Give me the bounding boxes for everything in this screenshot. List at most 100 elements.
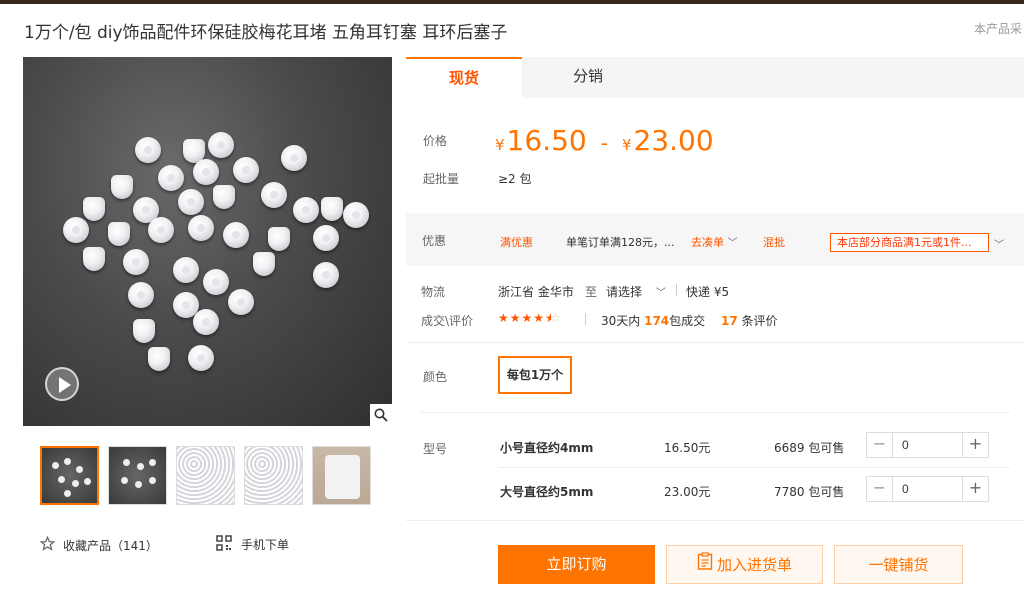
bead [233,157,259,183]
add-items-link[interactable]: 去凑单 ﹀ [691,234,738,250]
quantity-input[interactable] [894,477,962,501]
bead [188,215,214,241]
model-label: 型号 [423,442,448,456]
quantity-input[interactable] [894,433,962,457]
sku-name: 大号直径约5mm [500,485,594,499]
bead [193,159,219,185]
bead [148,217,174,243]
bead [133,319,155,343]
origin-location: 浙江省 金华市 [498,285,574,299]
price-low: 16.50 [506,124,587,157]
mix-batch-tag[interactable]: 混批 [763,234,785,250]
decrement-button[interactable]: − [867,433,893,457]
bead [293,197,319,223]
thumbnail-1[interactable] [40,446,99,505]
store-promo-notice[interactable]: 本店部分商品满1元或1件... [830,233,989,252]
sku-stock: 7780 包可售 [774,485,845,499]
decrement-button[interactable]: − [867,477,893,501]
add-to-cart-button[interactable]: 加入进货单 [666,545,823,584]
clipboard-icon [697,546,713,585]
color-option-selected[interactable]: 每包1万个 [498,356,572,394]
bead [173,257,199,283]
logistics-label: 物流 [421,285,446,299]
bead [321,197,343,221]
bead [158,165,184,191]
bead [193,309,219,335]
min-order-label: 起批量 [423,172,460,186]
promotion-text: 单笔订单满128元，... [566,236,675,249]
bead [188,345,214,371]
price-high: 23.00 [633,124,714,157]
one-click-distribute-button[interactable]: 一键铺货 [834,545,963,584]
rating-stars: ★★★★★☆ [498,311,562,325]
thumbnail-strip [40,446,371,505]
promo-expand-chevron-icon[interactable]: ﹀ [994,236,1004,251]
star-outline-icon [39,535,56,554]
shipping-fee: 快递 ¥5 [686,285,730,299]
bead [111,175,133,199]
divider [498,467,1010,468]
divider [406,520,1024,521]
top-strip [0,0,1024,4]
tab-distribution[interactable]: 分销 [524,57,652,98]
currency-symbol: ¥ [495,136,505,154]
full-discount-tag: 满优惠 [500,236,533,249]
bead [203,269,229,295]
thumbnail-4[interactable] [244,446,303,505]
quantity-stepper: − + [866,476,989,502]
play-video-button[interactable] [45,367,79,401]
sku-price: 16.50元 [664,441,711,455]
sold-prefix: 30天内 [601,314,641,328]
top-right-note[interactable]: 本产品采 [974,20,1022,37]
bead [83,247,105,271]
favorite-label: 收藏产品（141） [63,538,158,553]
quantity-stepper: − + [866,432,989,458]
price-separator: - [600,131,608,155]
bead [135,137,161,163]
bead [178,189,204,215]
bead [223,222,249,248]
color-label: 颜色 [423,370,448,384]
divider [676,284,677,296]
favorite-button[interactable]: 收藏产品（141） [39,535,158,554]
bead [313,262,339,288]
bead [208,132,234,158]
price-label: 价格 [423,134,448,148]
mobile-order-button[interactable]: 手机下单 [216,535,289,554]
bead [213,185,235,209]
divider [406,342,1024,343]
price-range: ¥ 16.50 - ¥ 23.00 [495,124,714,157]
increment-button[interactable]: + [962,477,988,501]
store-promo-text: 本店部分商品满1元或1件... [837,236,972,249]
bead [281,145,307,171]
zoom-icon[interactable] [370,404,392,426]
bead [261,182,287,208]
qr-code-icon [216,535,232,554]
thumbnail-2[interactable] [108,446,167,505]
thumbnail-3[interactable] [176,446,235,505]
divider [420,412,1010,413]
tab-spot[interactable]: 现货 [406,57,522,98]
bead [123,249,149,275]
sold-count: 174 [644,314,670,328]
purchase-tabs: 现货 分销 [406,57,1024,98]
review-link[interactable]: 17 条评价 [721,312,778,329]
main-product-image[interactable] [23,57,392,426]
buy-now-button[interactable]: 立即订购 [498,545,655,584]
sku-name: 小号直径约4mm [500,441,594,455]
sku-price: 23.00元 [664,485,711,499]
chevron-down-icon: ﹀ [727,238,738,249]
mobile-order-label: 手机下单 [241,538,290,552]
destination-select[interactable]: 请选择 ﹀ [606,283,666,300]
sold-summary: 30天内 174包成交 [601,312,705,329]
bead [83,197,105,221]
chevron-down-icon: ﹀ [655,288,666,299]
bead [253,252,275,276]
thumbnail-5[interactable] [312,446,371,505]
currency-symbol: ¥ [621,136,632,154]
add-to-cart-label: 加入进货单 [716,556,792,574]
min-order-value: ≥2 包 [498,172,532,186]
to-label: 至 [585,285,598,299]
bead [343,202,369,228]
increment-button[interactable]: + [962,433,988,457]
